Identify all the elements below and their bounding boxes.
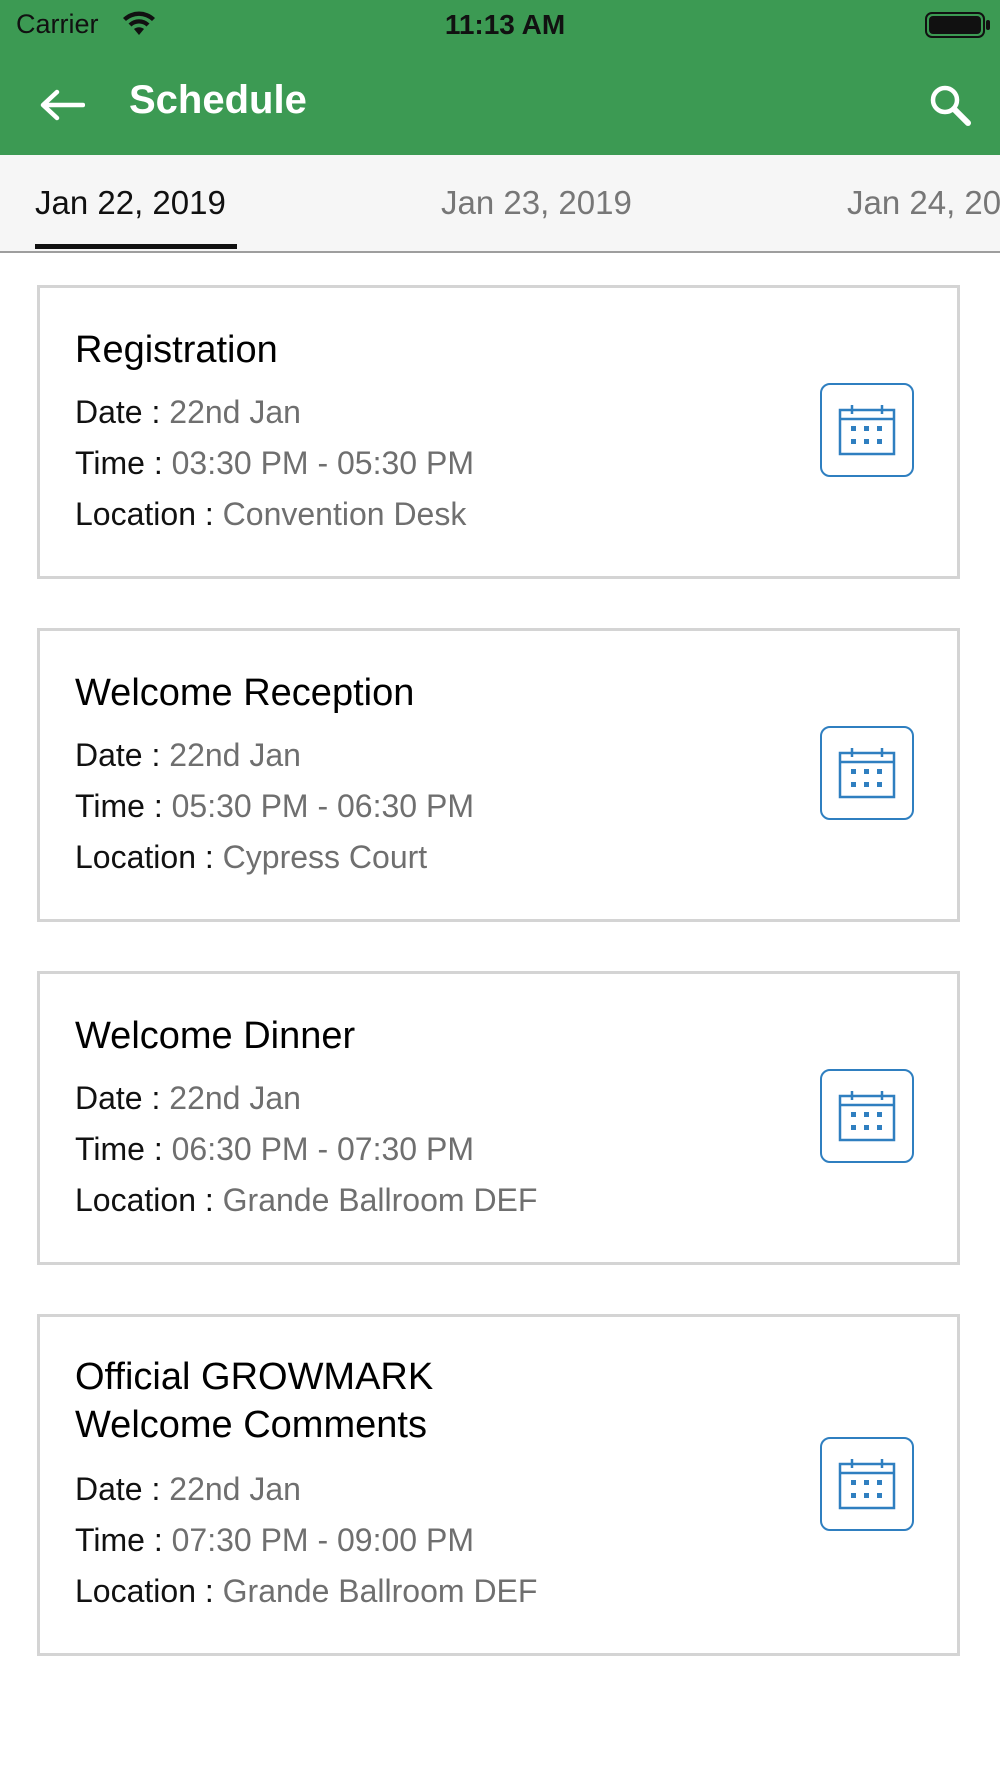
event-date: 22nd Jan [169,737,301,773]
event-location: Cypress Court [222,839,428,875]
event-date: 22nd Jan [169,1471,301,1507]
event-card[interactable]: Registration Date : 22nd Jan Time : 03:3… [37,285,960,579]
event-title: Welcome Dinner [75,1015,356,1057]
event-location-row: Location : Grande Ballroom DEF [75,1571,537,1611]
event-time-row: Time : 03:30 PM - 05:30 PM [75,443,474,483]
event-title: Registration [75,329,278,371]
event-location-row: Location : Convention Desk [75,494,466,534]
event-title: Welcome Reception [75,672,415,714]
event-date-row: Date : 22nd Jan [75,1469,301,1509]
event-card[interactable]: Official GROWMARK Welcome Comments Date … [37,1314,960,1656]
event-title-line-2: Welcome Comments [75,1404,427,1446]
event-date-row: Date : 22nd Jan [75,392,301,432]
event-card[interactable]: Welcome Reception Date : 22nd Jan Time :… [37,628,960,922]
event-time: 03:30 PM - 05:30 PM [171,445,474,481]
event-location-row: Location : Grande Ballroom DEF [75,1180,537,1220]
event-location-row: Location : Cypress Court [75,837,427,877]
event-location: Grande Ballroom DEF [222,1573,538,1609]
battery-icon [925,12,991,43]
event-card[interactable]: Welcome Dinner Date : 22nd Jan Time : 06… [37,971,960,1265]
time-label: Time : [75,788,172,824]
event-time: 06:30 PM - 07:30 PM [171,1131,474,1167]
add-to-calendar-button[interactable] [820,1437,914,1531]
page-title: Schedule [129,78,307,122]
event-time-row: Time : 07:30 PM - 09:00 PM [75,1520,474,1560]
calendar-icon [838,1459,896,1510]
tab-jan-24[interactable]: Jan 24, 2019 [847,155,1000,251]
event-date-row: Date : 22nd Jan [75,735,301,775]
location-label: Location : [75,1573,223,1609]
date-label: Date : [75,394,170,430]
event-time-row: Time : 05:30 PM - 06:30 PM [75,786,474,826]
search-icon [930,85,971,126]
event-date: 22nd Jan [169,394,301,430]
arrow-left-icon [40,89,85,121]
event-location: Convention Desk [222,496,467,532]
event-date-row: Date : 22nd Jan [75,1078,301,1118]
navigation-bar: Schedule [0,55,1000,155]
back-button[interactable] [28,75,96,135]
date-label: Date : [75,1471,170,1507]
time-label: Time : [75,1522,172,1558]
add-to-calendar-button[interactable] [820,726,914,820]
location-label: Location : [75,496,223,532]
event-location: Grande Ballroom DEF [222,1182,538,1218]
status-bar: Carrier 11:13 AM [0,0,1000,50]
tab-jan-22[interactable]: Jan 22, 2019 [35,155,226,251]
event-date: 22nd Jan [169,1080,301,1116]
location-label: Location : [75,1182,223,1218]
time-label: Time : [75,1131,172,1167]
calendar-icon [838,405,896,456]
active-tab-indicator [35,244,237,249]
status-time: 11:13 AM [444,9,566,40]
event-time: 07:30 PM - 09:00 PM [171,1522,474,1558]
add-to-calendar-button[interactable] [820,1069,914,1163]
date-tab-bar: Jan 22, 2019 Jan 23, 2019 Jan 24, 2019 [0,155,1000,253]
date-label: Date : [75,1080,170,1116]
event-time-row: Time : 06:30 PM - 07:30 PM [75,1129,474,1169]
event-time: 05:30 PM - 06:30 PM [171,788,474,824]
calendar-icon [838,1091,896,1142]
event-title-line-1: Official GROWMARK [75,1356,434,1398]
date-label: Date : [75,737,170,773]
tab-jan-23[interactable]: Jan 23, 2019 [441,155,632,251]
time-label: Time : [75,445,172,481]
calendar-icon [838,748,896,799]
app-header: Carrier 11:13 AM Schedule [0,0,1000,155]
location-label: Location : [75,839,223,875]
search-button[interactable] [918,75,982,135]
add-to-calendar-button[interactable] [820,383,914,477]
